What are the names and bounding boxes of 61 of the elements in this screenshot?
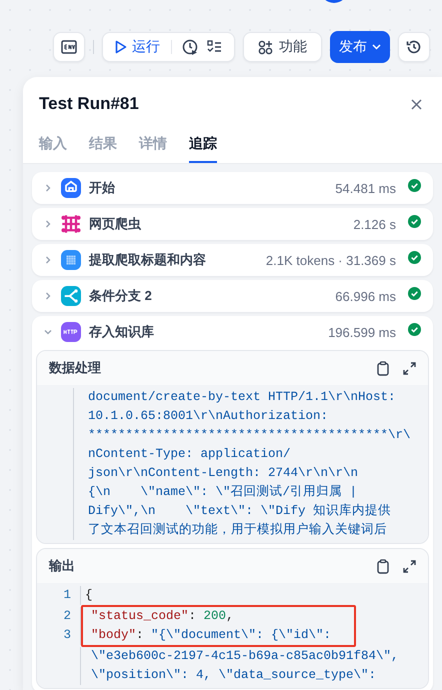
code-line: json\r\nContent-Length: 2744\r\n\r\n (88, 465, 358, 482)
code-line: Dify\",\n \"text\": \"Dify 知识库内提供 (88, 502, 392, 520)
section-title: 输出 (49, 557, 76, 575)
node-duration: 2.1K tokens · 31.369 s (266, 252, 396, 268)
node-duration: 196.599 ms (328, 324, 396, 340)
copy-icon[interactable] (377, 558, 389, 574)
node-duration: 66.996 ms (335, 288, 396, 304)
node-name: 开始 (89, 179, 116, 197)
node-duration: 2.126 s (353, 216, 396, 232)
code-line: \"position\": 4, \"data_source_type\": (80, 666, 376, 685)
checklist-icon (207, 40, 222, 54)
env-button[interactable] (53, 32, 85, 62)
branch-icon (61, 286, 81, 306)
clock-play-icon (182, 38, 199, 56)
expand-icon[interactable] (403, 362, 416, 374)
code-line: 了文本召回测试的功能，用于模拟用户输入关键词后 (88, 522, 387, 539)
chevron-icon (44, 220, 52, 228)
home-icon (61, 178, 81, 198)
line-number: 1 (62, 587, 72, 604)
chevron-icon (44, 292, 52, 300)
publish-button[interactable]: 发布 (330, 31, 390, 63)
code-line: document/create-by-text HTTP/1.1\r\nHost: (88, 389, 396, 406)
section-title: 数据处理 (49, 359, 102, 377)
chevron-icon (44, 184, 52, 192)
code-line: \"e3eb600c-2197-4c15-b69a-c85ac0b91f84\", (80, 647, 399, 666)
run-button[interactable]: 运行 (111, 38, 165, 56)
code-line: { (80, 586, 93, 605)
play-icon (115, 40, 127, 54)
node-row-header[interactable]: 存入知识库 196.599 ms (32, 316, 433, 348)
line-number: 2 (62, 608, 72, 625)
history-icon (406, 39, 422, 55)
chevron-icon (44, 256, 52, 264)
node-name: 条件分支 2 (89, 287, 153, 305)
node-name: 提取爬取标题和内容 (89, 251, 207, 269)
node-row-header[interactable]: 开始 54.481 ms (32, 172, 433, 204)
web-grid-icon (61, 214, 81, 234)
dot-grid-icon (61, 250, 81, 270)
code-line: 10.1.0.65:8001\r\nAuthorization: (88, 408, 328, 425)
version-history-button[interactable] (398, 32, 430, 62)
features-icon (258, 40, 273, 54)
copy-icon[interactable] (377, 360, 389, 376)
node-row-header[interactable]: 条件分支 2 66.996 ms (32, 280, 433, 312)
panel-title: Test Run#81 (39, 94, 140, 114)
node-duration: 54.481 ms (335, 180, 396, 196)
node-name: 网页爬虫 (89, 215, 142, 233)
caret-icon (372, 44, 381, 50)
node-row-header[interactable]: 网页爬虫 2.126 s (32, 208, 433, 240)
line-number: 3 (62, 627, 72, 644)
node-row-header[interactable]: 提取爬取标题和内容 2.1K tokens · 31.369 s (32, 244, 433, 276)
close-icon[interactable] (411, 98, 422, 110)
code-line: nContent-Type: application/ (88, 446, 291, 463)
env-icon (61, 40, 77, 54)
node-name: 存入知识库 (89, 323, 155, 341)
code-line: "status_code": 200, (80, 607, 234, 626)
expand-icon[interactable] (403, 560, 416, 572)
code-line: "body": "{\"document\": {\"id\": (80, 626, 332, 645)
code-line: ****************************************\r\ (88, 427, 411, 444)
features-button[interactable]: 功能 (243, 32, 322, 62)
code-line: {\n \"name\": \"召回测试/引用归属 | (88, 484, 358, 501)
http-icon (61, 322, 81, 342)
chevron-icon (44, 328, 52, 336)
